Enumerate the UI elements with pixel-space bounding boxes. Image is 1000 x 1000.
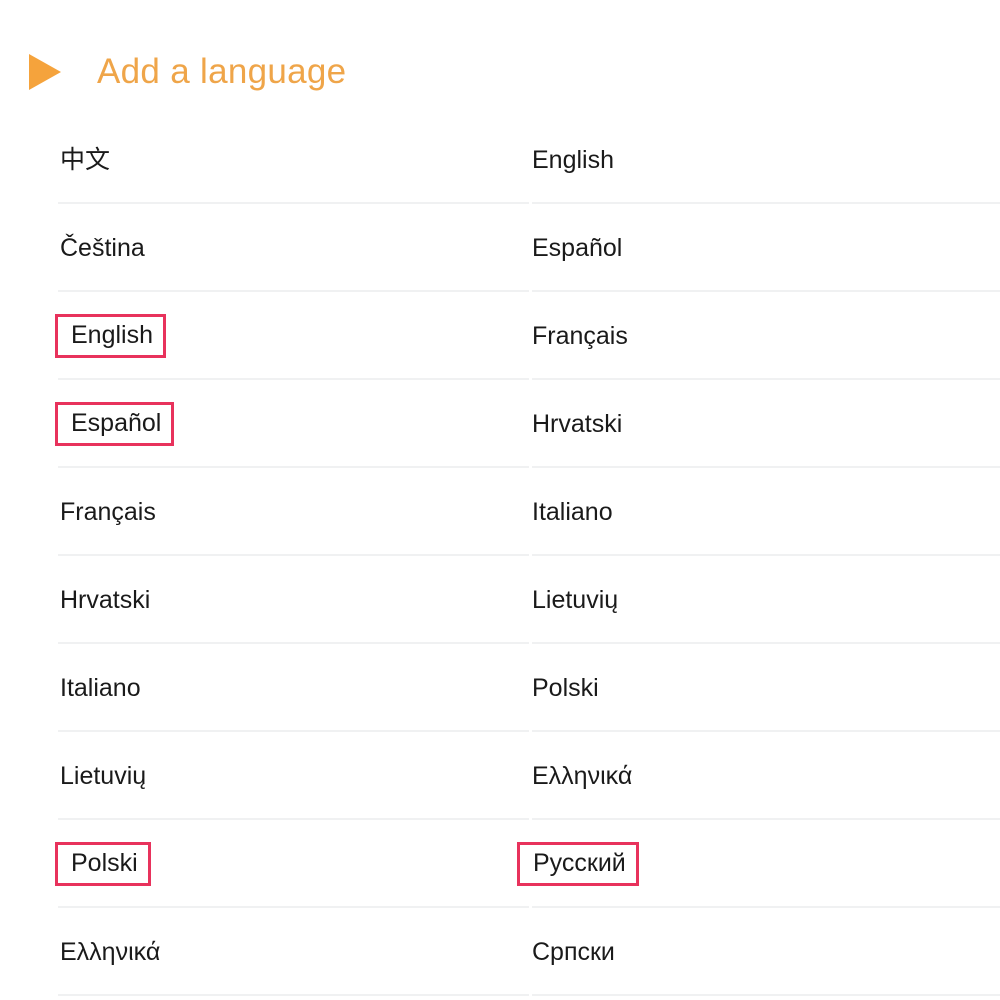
language-option[interactable]: 中文 <box>55 140 115 180</box>
language-option[interactable]: Lietuvių <box>527 580 623 620</box>
language-row[interactable]: Español <box>0 380 530 468</box>
language-row[interactable]: Hrvatski <box>532 380 1000 468</box>
language-column-right: English Español Français Hrvatski Italiano Li… <box>517 116 1000 996</box>
language-row[interactable]: Српски <box>532 908 1000 996</box>
language-option-highlighted[interactable]: English <box>55 314 166 358</box>
language-option-highlighted[interactable]: Русский <box>517 842 639 886</box>
language-row[interactable]: Hrvatski <box>0 556 530 644</box>
language-row[interactable]: Français <box>532 292 1000 380</box>
language-option[interactable]: Lietuvių <box>55 756 151 796</box>
play-triangle-icon <box>29 54 61 90</box>
language-row[interactable]: English <box>532 116 1000 204</box>
language-option[interactable]: Hrvatski <box>527 404 627 444</box>
language-row[interactable]: Français <box>0 468 530 556</box>
language-row[interactable]: Polski <box>532 644 1000 732</box>
language-option[interactable]: Ελληνικά <box>527 756 637 796</box>
language-option-highlighted[interactable]: Polski <box>55 842 151 886</box>
language-row[interactable]: Lietuvių <box>0 732 530 820</box>
language-option[interactable]: Français <box>55 492 161 532</box>
language-option[interactable]: Српски <box>527 932 620 972</box>
language-row[interactable]: Lietuvių <box>532 556 1000 644</box>
language-row[interactable]: 中文 <box>0 116 530 204</box>
language-option[interactable]: Italiano <box>55 668 146 708</box>
language-option[interactable]: Ελληνικά <box>55 932 165 972</box>
language-option[interactable]: Čeština <box>55 228 150 268</box>
language-row[interactable]: Ελληνικά <box>532 732 1000 820</box>
language-option[interactable]: Hrvatski <box>55 580 155 620</box>
language-row[interactable]: Русский <box>517 820 1000 908</box>
language-option[interactable]: English <box>527 140 619 180</box>
language-row[interactable]: Čeština <box>0 204 530 292</box>
language-row[interactable]: English <box>0 292 530 380</box>
language-row[interactable]: Ελληνικά <box>0 908 530 996</box>
language-column-left: 中文 Čeština English Español Français Hrvatski I… <box>0 116 530 996</box>
language-row[interactable]: Italiano <box>0 644 530 732</box>
language-option[interactable]: Italiano <box>527 492 618 532</box>
language-option-highlighted[interactable]: Español <box>55 402 175 446</box>
language-option[interactable]: Español <box>527 228 627 268</box>
language-option[interactable]: Polski <box>527 668 604 708</box>
language-row[interactable]: Polski <box>0 820 530 908</box>
language-row[interactable]: Italiano <box>532 468 1000 556</box>
page-header: Add a language <box>0 0 1000 110</box>
language-row[interactable]: Español <box>532 204 1000 292</box>
page-title: Add a language <box>97 52 347 91</box>
language-option[interactable]: Français <box>527 316 633 356</box>
